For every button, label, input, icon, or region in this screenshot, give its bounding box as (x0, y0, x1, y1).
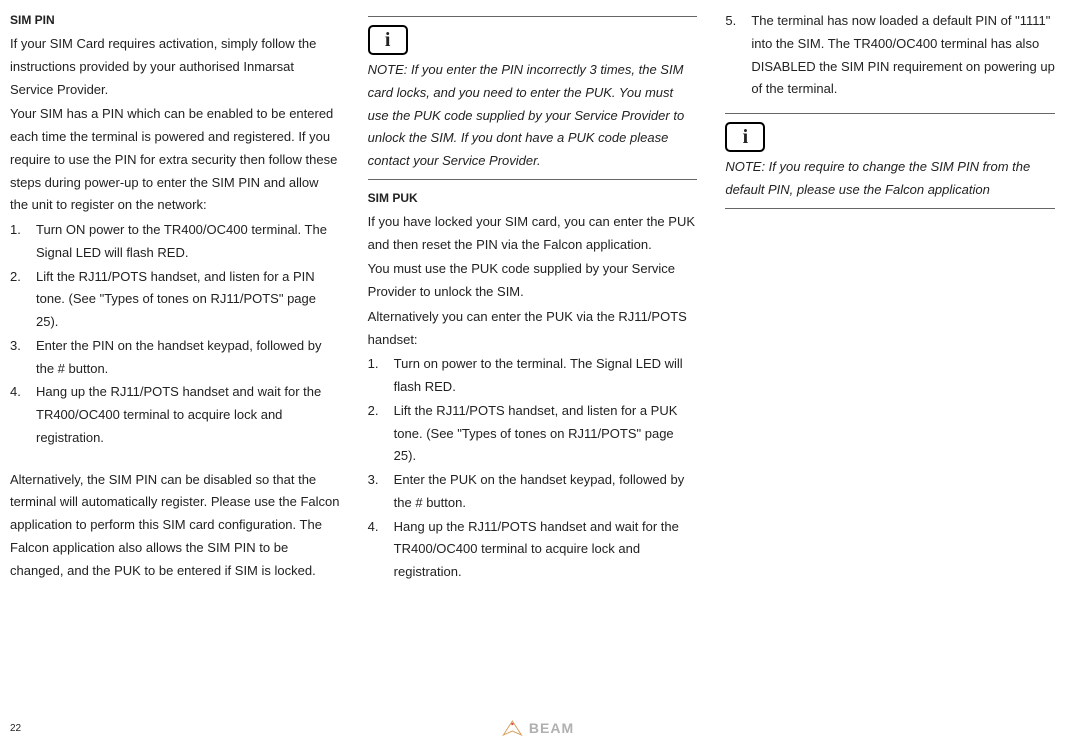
list-item: 4.Hang up the RJ11/POTS handset and wait… (368, 516, 698, 584)
divider (368, 179, 698, 180)
section-title-sim-pin: SIM PIN (10, 10, 340, 31)
list-number: 3. (368, 469, 394, 515)
para-puk-intro: If you have locked your SIM card, you ca… (368, 211, 698, 257)
list-body: Lift the RJ11/POTS handset, and listen f… (36, 266, 340, 334)
list-number: 2. (368, 400, 394, 468)
sim-puk-steps: 1.Turn on power to the terminal. The Sig… (368, 353, 698, 584)
sim-puk-steps-continued: 5.The terminal has now loaded a default … (725, 10, 1055, 101)
page-number: 22 (10, 720, 21, 738)
list-body: Hang up the RJ11/POTS handset and wait f… (36, 381, 340, 449)
list-number: 4. (10, 381, 36, 449)
para-puk-alt: Alternatively you can enter the PUK via … (368, 306, 698, 352)
divider (725, 113, 1055, 114)
info-icon: i (368, 25, 408, 55)
para-pin-setup: Your SIM has a PIN which can be enabled … (10, 103, 340, 217)
list-item: 1.Turn ON power to the TR400/OC400 termi… (10, 219, 340, 265)
list-body: Turn on power to the terminal. The Signa… (394, 353, 698, 399)
list-item: 2.Lift the RJ11/POTS handset, and listen… (368, 400, 698, 468)
section-title-sim-puk: SIM PUK (368, 188, 698, 209)
note-change-pin: NOTE: If you require to change the SIM P… (725, 156, 1055, 202)
list-number: 1. (10, 219, 36, 265)
note-pin-lock: NOTE: If you enter the PIN incorrectly 3… (368, 59, 698, 173)
sim-pin-steps: 1.Turn ON power to the TR400/OC400 termi… (10, 219, 340, 450)
beam-logo-icon (501, 719, 523, 737)
list-item: 3.Enter the PUK on the handset keypad, f… (368, 469, 698, 515)
brand-logo: BEAM (501, 716, 574, 741)
para-intro: If your SIM Card requires activation, si… (10, 33, 340, 101)
list-item: 1.Turn on power to the terminal. The Sig… (368, 353, 698, 399)
list-body: Hang up the RJ11/POTS handset and wait f… (394, 516, 698, 584)
list-body: Turn ON power to the TR400/OC400 termina… (36, 219, 340, 265)
list-body: Enter the PUK on the handset keypad, fol… (394, 469, 698, 515)
list-body: Lift the RJ11/POTS handset, and listen f… (394, 400, 698, 468)
para-alternative: Alternatively, the SIM PIN can be disabl… (10, 469, 340, 583)
column-3: 5.The terminal has now loaded a default … (725, 10, 1055, 585)
list-number: 5. (725, 10, 751, 101)
divider (725, 208, 1055, 209)
list-number: 1. (368, 353, 394, 399)
list-item: 2.Lift the RJ11/POTS handset, and listen… (10, 266, 340, 334)
para-puk-code: You must use the PUK code supplied by yo… (368, 258, 698, 304)
list-body: The terminal has now loaded a default PI… (751, 10, 1055, 101)
list-item: 5.The terminal has now loaded a default … (725, 10, 1055, 101)
column-2: i NOTE: If you enter the PIN incorrectly… (368, 10, 698, 585)
list-item: 4.Hang up the RJ11/POTS handset and wait… (10, 381, 340, 449)
list-number: 3. (10, 335, 36, 381)
list-number: 4. (368, 516, 394, 584)
list-number: 2. (10, 266, 36, 334)
list-item: 3.Enter the PIN on the handset keypad, f… (10, 335, 340, 381)
brand-logo-text: BEAM (529, 716, 574, 741)
info-icon: i (725, 122, 765, 152)
column-1: SIM PIN If your SIM Card requires activa… (10, 10, 340, 585)
divider (368, 16, 698, 17)
list-body: Enter the PIN on the handset keypad, fol… (36, 335, 340, 381)
